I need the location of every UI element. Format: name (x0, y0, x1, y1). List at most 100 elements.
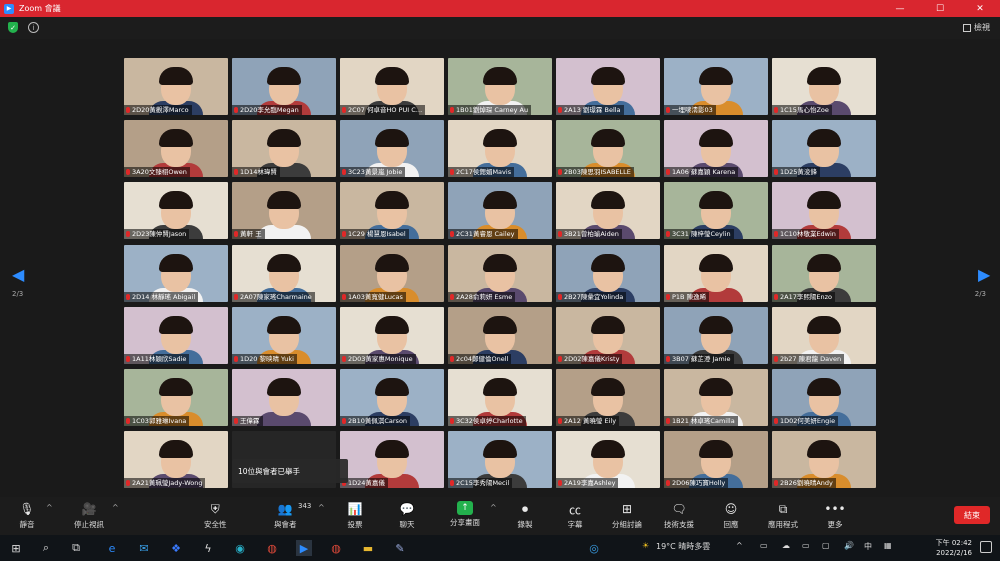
end-meeting-button[interactable]: 結束 (954, 506, 990, 524)
encryption-shield-icon[interactable]: ✓ (8, 22, 18, 33)
participant-tile[interactable]: 1B01劉焯琛 Carney Au (448, 58, 552, 115)
participant-tile[interactable]: 1C15馬心怡Zoe (772, 58, 876, 115)
participant-tile[interactable]: 2A21黃珮瑩Jady-Wong (124, 431, 228, 489)
participant-tile[interactable]: 1C03郭雅琳Ivana (124, 369, 228, 426)
view-button[interactable]: 檢視 (963, 22, 990, 33)
edge-icon[interactable]: ◉ (232, 540, 248, 556)
stop-video-button[interactable]: 🎥 停止視訊 (74, 501, 104, 530)
more-button[interactable]: ••• 更多 (824, 501, 845, 530)
participant-tile[interactable]: 3C31 陳梓瑩Ceylin (664, 182, 768, 240)
participant-tile[interactable]: 2A28俞莉妍 Esme (448, 244, 552, 302)
participant-tile[interactable]: 黃軒 王 (232, 182, 336, 240)
ime-mode-icon[interactable]: ▦ (884, 541, 892, 550)
mute-button[interactable]: 🎙 靜音 (18, 501, 36, 530)
maximize-icon[interactable]: ☐ (920, 0, 960, 17)
weather-text[interactable]: 19°C 晴時多雲 (656, 541, 710, 552)
tech-support-button[interactable]: 🗨 技術支援 (664, 501, 694, 530)
participant-tile[interactable]: 2C31黃睿恩 Cailey (448, 182, 552, 240)
chrome-icon[interactable]: ◍ (264, 540, 280, 556)
participant-tile[interactable]: 1A03黃寬健Lucas (340, 244, 444, 302)
battery-icon[interactable]: ▭ (760, 541, 768, 550)
participant-tile[interactable]: 2b27 陳君龍 Daven (772, 306, 876, 364)
apps-button[interactable]: ⧉ 應用程式 (768, 501, 798, 530)
participant-tile[interactable]: 王偉霖 (232, 369, 336, 426)
share-screen-button[interactable]: ↑ 分享畫面 (450, 501, 480, 528)
raise-hand-notice[interactable]: 10位與會者已舉手 (232, 459, 348, 483)
participant-tile[interactable]: 1B21 林卓瑤Camilla (664, 369, 768, 426)
participant-tile[interactable]: 3C32侯卓婷Charlotte (448, 369, 552, 426)
participant-tile[interactable]: 3C23黃景嵐 Jobie (340, 120, 444, 178)
participant-tile[interactable]: 2D02陳嘉儀Kristy (556, 306, 660, 364)
network-app-icon[interactable]: ◎ (586, 540, 602, 556)
participant-tile[interactable]: 1D24黃嘉儀 (340, 431, 444, 489)
participant-tile[interactable]: 2c04鄭健倫Onell (448, 306, 552, 364)
tray-network-icon[interactable]: ▭ (802, 541, 810, 550)
chrome-profile-icon[interactable]: ◍ (328, 540, 344, 556)
paint-icon[interactable]: ✎ (392, 540, 408, 556)
monitor-icon[interactable]: ▢ (822, 541, 830, 550)
participant-tile[interactable]: 2A12 黃曉瑩 Eily (556, 369, 660, 426)
close-icon[interactable]: ✕ (960, 0, 1000, 17)
participant-tile[interactable]: 1A06 蘇嘉穎 Karena (664, 120, 768, 178)
participant-tile[interactable]: 2D23陳仲賢Jason (124, 182, 228, 240)
participant-tile[interactable]: 2D20李允臨Megan (232, 58, 336, 115)
reactions-button[interactable]: ☺ 回應 (722, 501, 740, 530)
participant-tile[interactable]: 1D14林瑋賢 (232, 120, 336, 178)
participants-button[interactable]: 👥 與會者 (274, 501, 297, 530)
security-button[interactable]: ⛨ 安全性 (204, 501, 227, 530)
participant-tile[interactable]: 2A13 劉璟霖 Bella (556, 58, 660, 115)
zoom-taskbar-icon[interactable]: ▶ (296, 540, 312, 556)
ime-language[interactable]: 中 (864, 541, 872, 552)
task-view-icon[interactable]: ⧉ (68, 540, 84, 556)
chat-button[interactable]: 💬 聊天 (398, 501, 416, 530)
dropbox-icon[interactable]: ❖ (168, 540, 184, 556)
participant-tile[interactable]: 3B21曾柏瑜Aiden (556, 182, 660, 240)
participant-tile[interactable]: 2D14 林靜瑤 Abigail (124, 244, 228, 302)
participant-tile[interactable]: 2D20黃觀澤Marco (124, 58, 228, 115)
participant-tile[interactable]: 3B07 蘇芷澄 Jamie (664, 306, 768, 364)
participant-tile[interactable]: 1C10林敬業Edwin (772, 182, 876, 240)
next-page-arrow-icon[interactable]: ▶ (978, 265, 990, 285)
meeting-info-icon[interactable]: i (28, 22, 39, 33)
participant-tile[interactable]: 1C29 楊慧恩Isabel (340, 182, 444, 240)
participant-tile[interactable]: 2C15李秀陽Mecil (448, 431, 552, 489)
participant-tile[interactable]: 2A07陳家瑤Charmaine (232, 244, 336, 302)
record-button[interactable]: ⏺ 錄製 (516, 501, 534, 530)
participant-tile[interactable]: 2B03陳思羽ISABELLE (556, 120, 660, 178)
participant-tile[interactable]: 2B27陳彙宜Yolinda (556, 244, 660, 302)
participant-tile[interactable]: 1D20 黎映晴 Yuki (232, 306, 336, 364)
participant-tile[interactable]: 1D25黃浚鋒 (772, 120, 876, 178)
polls-button[interactable]: 📊 投票 (346, 501, 364, 530)
participant-tile[interactable]: 3A20文臻栩Owen (124, 120, 228, 178)
audio-options-caret-icon[interactable]: ^ (46, 503, 53, 512)
participant-tile[interactable]: 2A19李嘉Ashley (556, 431, 660, 489)
participant-tile[interactable]: 2C17侯鍶媚Mavis (448, 120, 552, 178)
participant-tile[interactable]: 一埋嘜淸影03 (664, 58, 768, 115)
taskbar-clock[interactable]: 下午 02:42 2022/2/16 (936, 538, 972, 558)
network-icon[interactable]: ☁ (782, 541, 790, 550)
participant-tile[interactable]: 2C07 何卓音HO PUI C… (340, 58, 444, 115)
pinned-app-icon[interactable]: ϟ (200, 540, 216, 556)
tray-expand-icon[interactable]: ^ (736, 541, 743, 550)
participant-tile[interactable]: 2B26劉曉晴Andy (772, 431, 876, 489)
edge-legacy-icon[interactable]: e (104, 540, 120, 556)
mail-icon[interactable]: ✉ (136, 540, 152, 556)
windows-start-icon[interactable]: ⊞ (8, 540, 24, 556)
participant-tile[interactable]: 2B10黃佩淇Carson (340, 369, 444, 426)
share-options-caret-icon[interactable]: ^ (490, 503, 497, 512)
participant-tile[interactable]: 2A17李熙陽Enzo (772, 244, 876, 302)
notification-center-icon[interactable] (980, 541, 992, 553)
captions-button[interactable]: ㏄ 字幕 (566, 501, 584, 530)
prev-page-arrow-icon[interactable]: ◀ (12, 265, 24, 285)
file-explorer-icon[interactable]: ▬ (360, 540, 376, 556)
participant-tile[interactable]: 1A11林穎欣Sadie (124, 306, 228, 364)
participant-tile[interactable]: 2D03黃家惠Monique (340, 306, 444, 364)
volume-icon[interactable]: 🔊 (844, 541, 854, 550)
participants-caret-icon[interactable]: ^ (318, 503, 325, 512)
participant-tile[interactable]: 2D06陳巧寶Holly (664, 431, 768, 489)
breakout-rooms-button[interactable]: ⊞ 分組討論 (612, 501, 642, 530)
search-icon[interactable]: ⌕ (38, 540, 54, 556)
minimize-icon[interactable]: — (880, 0, 920, 17)
video-options-caret-icon[interactable]: ^ (112, 503, 119, 512)
participant-tile[interactable]: 1D02何美妍Engie (772, 369, 876, 426)
